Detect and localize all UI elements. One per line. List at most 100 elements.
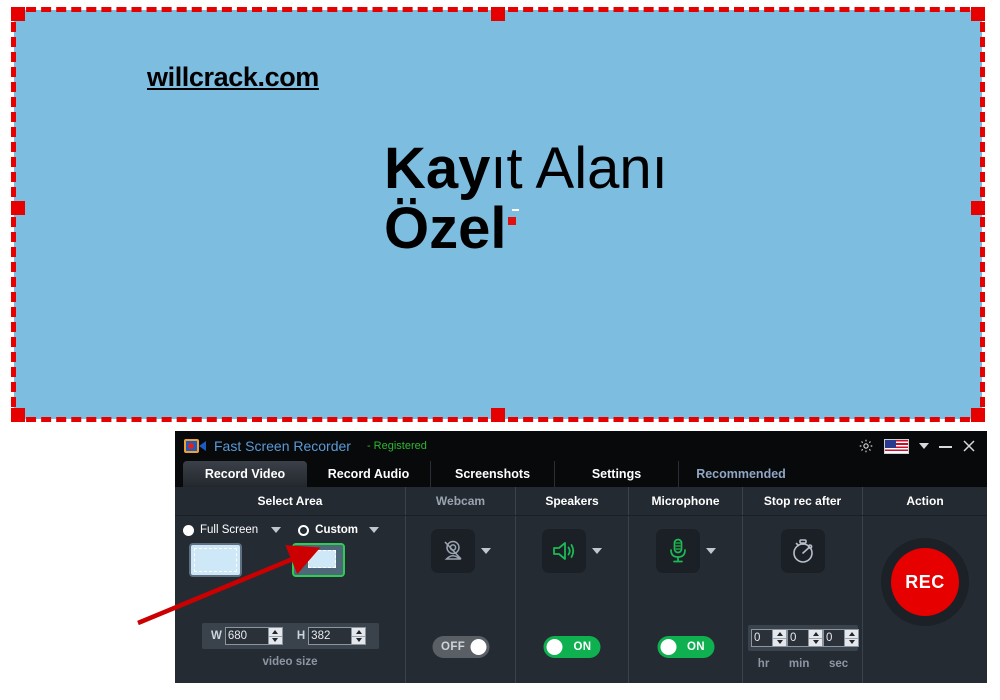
window-body: Select Area Webcam Speakers Microphone S… [175, 487, 987, 683]
video-size-controls: W H [202, 623, 379, 649]
capture-heading-line1: Kayıt Alanı [384, 140, 668, 198]
radio-custom-label: Custom [315, 524, 358, 536]
seconds-input[interactable] [824, 630, 844, 646]
minutes-increment-button[interactable] [809, 630, 822, 639]
stopwatch-icon[interactable] [780, 529, 825, 573]
speakers-control-row [516, 516, 628, 573]
titlebar-controls [858, 438, 987, 454]
minutes-label: min [788, 658, 810, 670]
watermark-text: willcrack.com [147, 62, 319, 92]
seconds-increment-button[interactable] [845, 630, 858, 639]
tab-record-audio[interactable]: Record Audio [307, 461, 431, 487]
hours-decrement-button[interactable] [773, 639, 786, 647]
resize-handle-top-left[interactable] [11, 7, 25, 21]
seconds-stepper-arrows[interactable] [844, 630, 858, 646]
cursor-artifact-dot [508, 217, 516, 225]
speakers-toggle[interactable]: ON [543, 636, 601, 658]
minutes-stepper[interactable] [787, 629, 823, 647]
app-title: Fast Screen Recorder [214, 438, 351, 454]
registration-status: - Registered [366, 440, 427, 452]
microphone-toggle[interactable]: ON [657, 636, 714, 658]
custom-chevron-down-icon[interactable] [368, 527, 379, 533]
stopwatch-row [743, 516, 862, 573]
radio-custom[interactable] [298, 524, 310, 536]
microphone-chevron-down-icon[interactable] [705, 548, 716, 554]
capture-subheading: Özel [384, 195, 507, 261]
height-decrement-button[interactable] [352, 637, 365, 645]
width-increment-button[interactable] [268, 628, 282, 637]
capture-heading-bold: Kay [384, 136, 491, 201]
radio-full-screen[interactable] [183, 524, 194, 536]
cursor-artifact-tick [512, 209, 519, 211]
resize-handle-bottom-center[interactable] [491, 408, 505, 422]
minutes-input[interactable] [788, 630, 808, 646]
screen-root: willcrack.com Kayıt Alanı Özel Fast Scre… [0, 0, 1000, 700]
height-stepper[interactable] [308, 627, 367, 645]
panel-speakers: ON [516, 516, 629, 683]
height-label: H [296, 630, 306, 642]
webcam-toggle[interactable]: OFF [432, 636, 489, 658]
video-camera-icon [184, 438, 206, 455]
close-icon[interactable] [962, 439, 976, 453]
height-input[interactable] [309, 628, 352, 644]
gear-icon[interactable] [858, 438, 874, 454]
speakers-chevron-down-icon[interactable] [592, 548, 602, 554]
hours-increment-button[interactable] [773, 630, 786, 639]
webcam-toggle-label: OFF [441, 641, 466, 653]
hours-stepper-arrows[interactable] [772, 630, 786, 646]
section-header-row: Select Area Webcam Speakers Microphone S… [175, 487, 987, 516]
resize-handle-middle-right[interactable] [971, 201, 985, 215]
capture-region[interactable]: willcrack.com Kayıt Alanı Özel [14, 10, 982, 419]
panel-action: REC [863, 516, 987, 683]
us-flag-icon[interactable] [884, 438, 909, 454]
speakers-toggle-label: ON [573, 641, 592, 653]
resize-handle-middle-left[interactable] [11, 201, 25, 215]
webcam-disabled-icon[interactable] [430, 529, 475, 573]
panel-stop-rec-after: hr min sec [743, 516, 863, 683]
hours-stepper[interactable] [751, 629, 787, 647]
height-stepper-arrows[interactable] [351, 628, 366, 645]
microphone-icon[interactable] [655, 529, 700, 573]
record-button[interactable]: REC [891, 548, 959, 616]
width-stepper-arrows[interactable] [267, 628, 282, 645]
tab-screenshots[interactable]: Screenshots [431, 461, 555, 487]
resize-handle-bottom-left[interactable] [11, 408, 25, 422]
width-input[interactable] [225, 628, 268, 644]
minutes-stepper-arrows[interactable] [808, 630, 822, 646]
timer-unit-labels: hr min sec [748, 658, 858, 670]
capture-heading-regular: ıt Alanı [490, 136, 668, 201]
seconds-stepper[interactable] [823, 629, 859, 647]
hours-input[interactable] [752, 630, 772, 646]
window-titlebar: Fast Screen Recorder - Registered [175, 431, 987, 461]
speaker-icon[interactable] [542, 529, 586, 573]
resize-handle-top-right[interactable] [971, 7, 985, 21]
microphone-toggle-label: ON [686, 641, 705, 653]
seconds-label: sec [828, 658, 849, 670]
webcam-toggle-knob [470, 639, 486, 655]
resize-handle-bottom-right[interactable] [971, 408, 985, 422]
tab-recommended[interactable]: Recommended [679, 461, 803, 487]
stop-timer-controls [748, 625, 859, 651]
width-stepper[interactable] [224, 627, 283, 645]
height-increment-button[interactable] [352, 628, 366, 637]
tab-record-video[interactable]: Record Video [183, 461, 307, 487]
tab-settings[interactable]: Settings [555, 461, 679, 487]
resize-handle-top-center[interactable] [491, 7, 505, 21]
width-decrement-button[interactable] [269, 637, 282, 645]
webcam-chevron-down-icon[interactable] [480, 548, 491, 554]
full-screen-chevron-down-icon[interactable] [271, 527, 282, 533]
thumbnail-custom[interactable] [292, 543, 345, 577]
section-header-select-area: Select Area [175, 487, 406, 515]
seconds-decrement-button[interactable] [845, 639, 858, 647]
area-mode-row: Full Screen Custom [175, 516, 405, 536]
video-size-caption: video size [262, 656, 318, 668]
panel-webcam: OFF [406, 516, 516, 683]
area-thumbnails [175, 536, 405, 577]
minutes-decrement-button[interactable] [809, 639, 822, 647]
section-header-webcam: Webcam [406, 487, 516, 515]
thumbnail-full-screen[interactable] [189, 543, 242, 577]
minimize-icon[interactable] [939, 439, 952, 454]
record-button-ring: REC [881, 538, 969, 626]
app-window: Fast Screen Recorder - Registered Record… [175, 431, 987, 683]
chevron-down-icon[interactable] [919, 443, 929, 449]
